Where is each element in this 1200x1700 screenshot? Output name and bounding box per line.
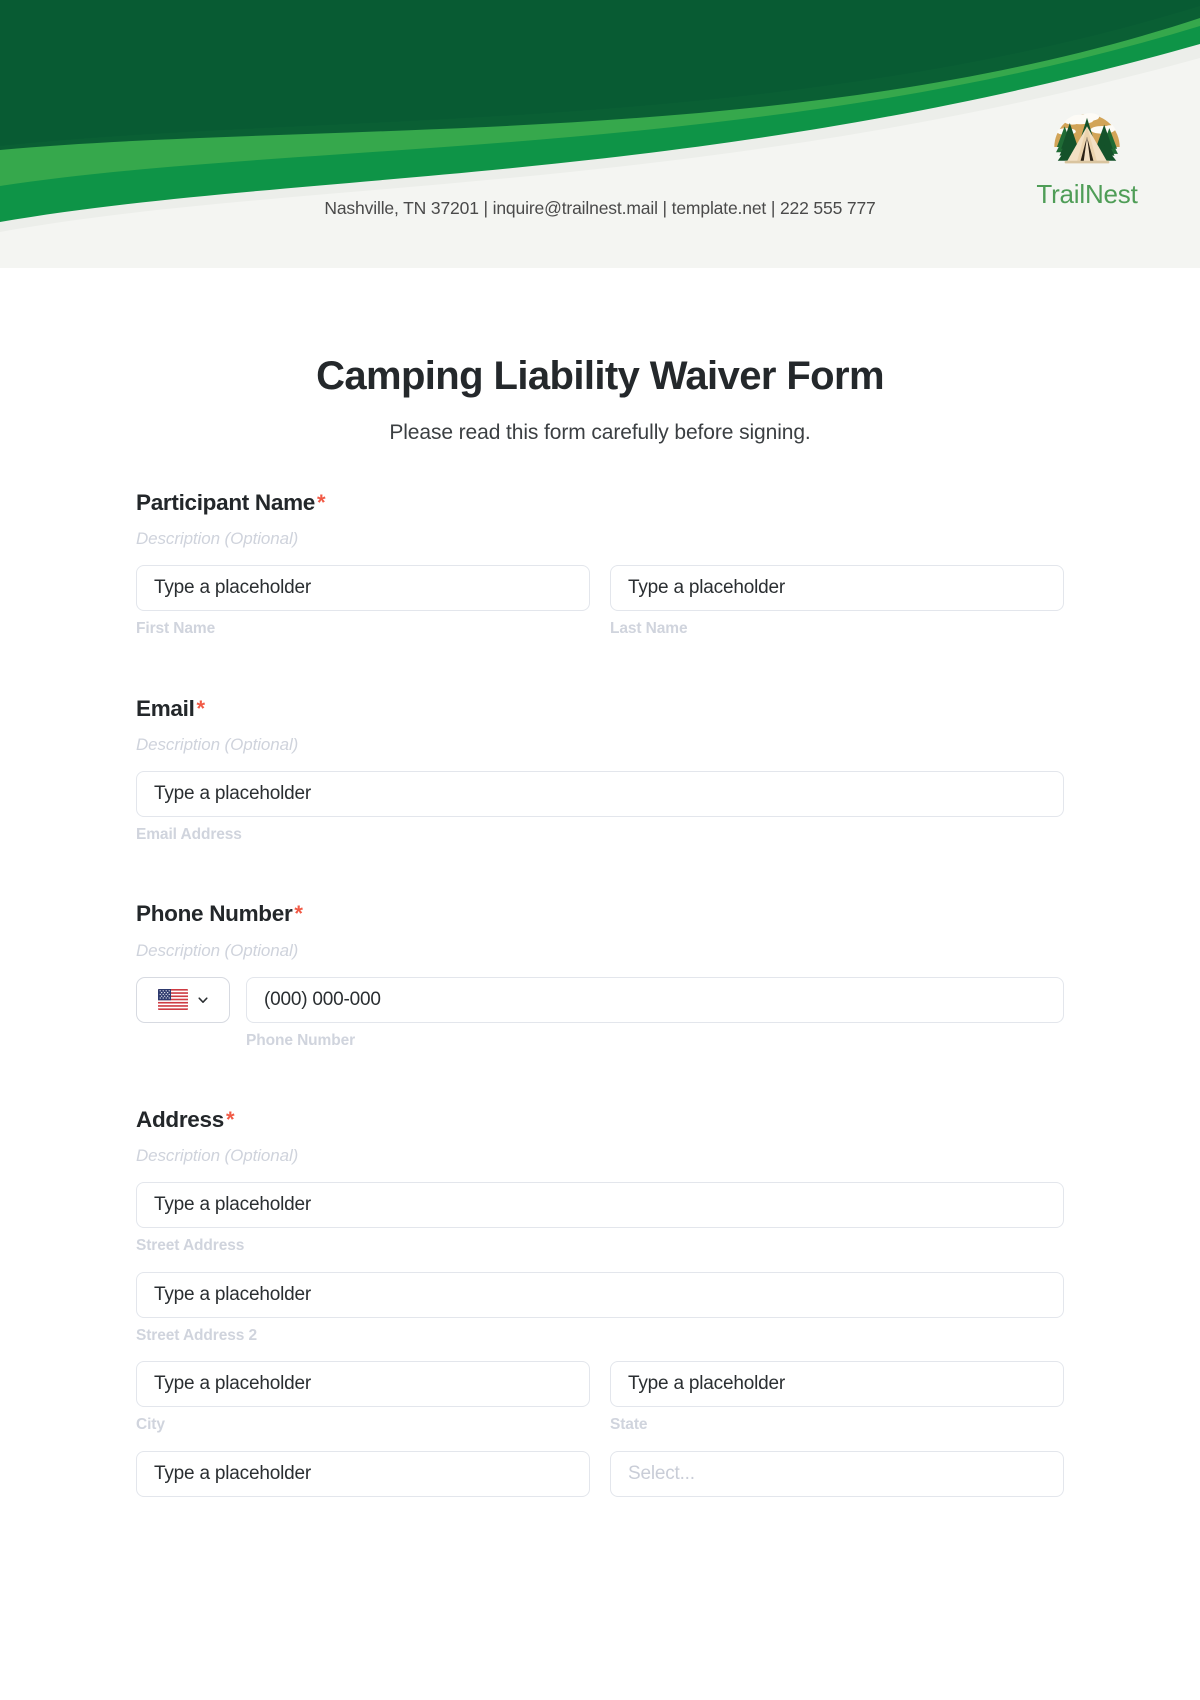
camping-tent-forest-logo-icon [1054,113,1120,164]
field-label-text: Participant Name [136,490,316,515]
country-select[interactable] [610,1451,1064,1498]
field-phone-number: Phone Number* Description (Optional) (00… [136,900,1064,1050]
sub-label-state: State [610,1416,648,1434]
input-row: First Name Last Name [136,565,1064,639]
field-description: Description (Optional) [136,940,299,960]
sub-label-street-address-2: Street Address 2 [136,1326,258,1344]
input-col-state: State [610,1361,1064,1435]
phone-input-row [136,976,1064,1023]
required-asterisk: * [317,490,326,515]
phone-number-input[interactable] [246,976,1064,1023]
street-address-input[interactable] [136,1182,1064,1229]
input-col-country-select [610,1451,1064,1498]
last-name-input[interactable] [610,565,1064,612]
sub-label-phone-number: Phone Number [246,1031,356,1049]
field-label: Phone Number* [136,900,1064,928]
state-input[interactable] [610,1361,1064,1408]
city-input[interactable] [136,1361,590,1408]
field-label-text: Address [136,1107,224,1133]
input-col-postal-code [136,1451,590,1498]
sub-label-last-name: Last Name [610,620,688,638]
input-col-street-address-2: Street Address 2 [136,1271,1064,1346]
street-address-2-input[interactable] [136,1271,1064,1318]
input-col-street-address: Street Address [136,1182,1064,1256]
sub-label-street-address: Street Address [136,1237,245,1255]
input-row [136,1451,1064,1498]
field-description: Description (Optional) [136,1146,299,1166]
page-subtitle: Please read this form carefully before s… [389,421,811,444]
field-description: Description (Optional) [136,529,299,549]
field-label-text: Email [136,695,195,721]
field-label: Address* [136,1106,1064,1134]
us-flag-icon [157,989,188,1011]
page-title: Camping Liability Waiver Form [316,354,884,398]
field-label: Email* [136,695,1064,723]
required-asterisk: * [225,1107,235,1133]
email-input[interactable] [136,770,1064,817]
field-participant-name: Participant Name* Description (Optional)… [136,489,1064,639]
input-col-city: City [136,1361,590,1435]
required-asterisk: * [294,901,303,927]
page-header: TrailNest Nashville, TN 37201 | inquire@… [0,0,1200,268]
sub-label-city: City [136,1416,165,1434]
required-asterisk: * [196,695,206,721]
field-label: Participant Name* [136,489,1064,517]
brand-block: TrailNest [982,92,1192,209]
chevron-down-icon [197,997,208,1003]
sub-label-first-name: First Name [136,620,216,638]
input-row: Email Address [136,770,1064,845]
input-row: Street Address 2 [136,1271,1064,1346]
input-row: City State [136,1361,1064,1435]
sub-label-email-address: Email Address [136,825,242,843]
field-email: Email* Description (Optional) Email Addr… [136,695,1064,845]
input-col-first-name: First Name [136,565,590,639]
postal-code-input[interactable] [136,1451,590,1498]
input-col-last-name: Last Name [610,565,1064,639]
phone-input-wrapper [246,976,1064,1023]
country-code-select[interactable] [136,976,230,1023]
form-sheet: Camping Liability Waiver Form Please rea… [0,354,1200,1576]
field-label-text: Phone Number [136,901,293,927]
input-row: Street Address [136,1182,1064,1256]
field-description: Description (Optional) [136,734,299,754]
first-name-input[interactable] [136,565,590,612]
field-address: Address* Description (Optional) Street A… [136,1106,1064,1498]
input-col-email: Email Address [136,770,1064,845]
brand-contact-line: Nashville, TN 37201 | inquire@trailnest.… [324,198,876,218]
form-fields: Participant Name* Description (Optional)… [136,445,1064,1498]
